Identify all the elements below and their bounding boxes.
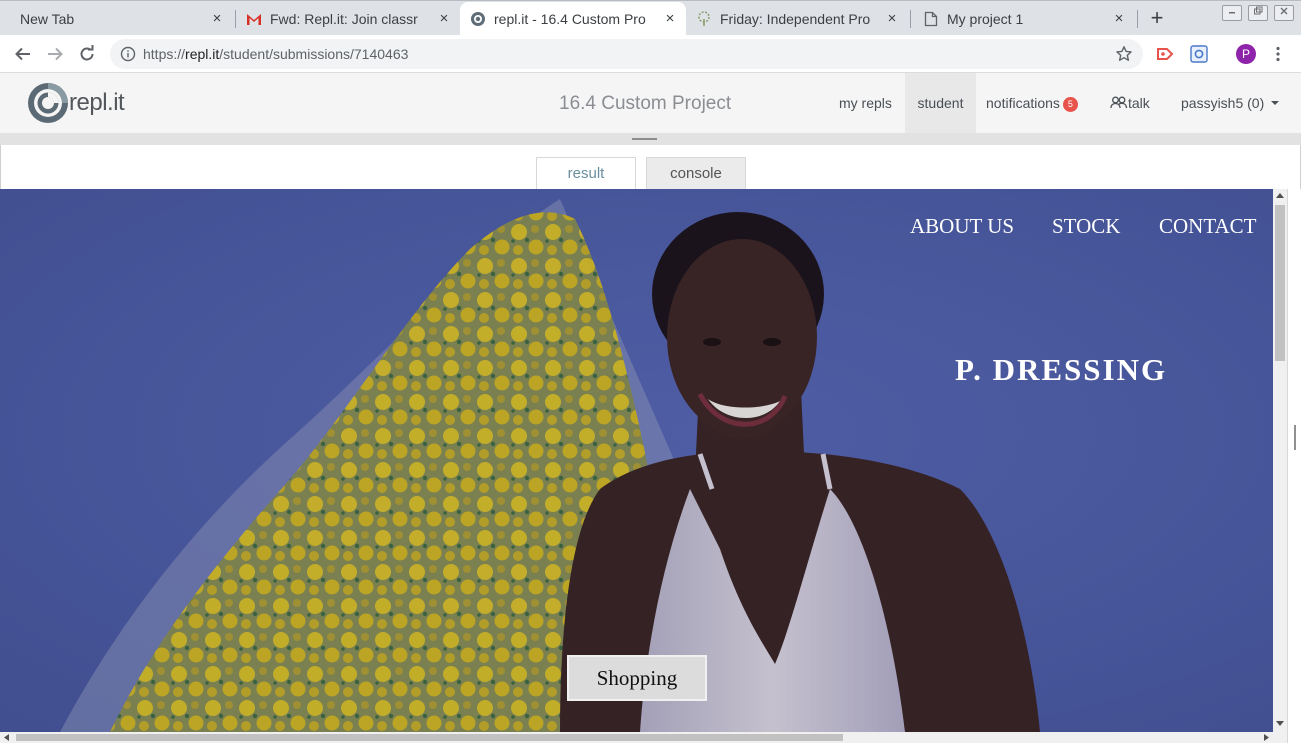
minimize-window-button[interactable]: [1222, 5, 1242, 21]
caret-down-icon: [1271, 101, 1280, 105]
site-nav-contact[interactable]: CONTACT: [1159, 214, 1256, 239]
scroll-up-icon[interactable]: [1276, 193, 1284, 199]
nav-my-repls[interactable]: my repls: [839, 73, 892, 133]
extension-cast-icon[interactable]: [1157, 47, 1175, 66]
browser-tab-replit[interactable]: repl.it - 16.4 Custom Pro ×: [460, 2, 686, 36]
new-tab-button[interactable]: +: [1146, 5, 1168, 31]
horizontal-scroll-thumb[interactable]: [16, 734, 843, 741]
replit-logo[interactable]: [27, 82, 69, 129]
editor-side-gutter: [1287, 189, 1301, 743]
tab-title: repl.it - 16.4 Custom Pro: [494, 11, 646, 27]
site-nav-stock[interactable]: STOCK: [1052, 214, 1120, 239]
scroll-left-icon[interactable]: [4, 734, 10, 741]
browser-tab-gmail[interactable]: Fwd: Repl.it: Join classr ×: [238, 2, 460, 36]
arrow-right-icon: [48, 47, 63, 61]
maximize-window-button[interactable]: [1248, 5, 1268, 21]
result-preview: ABOUT US STOCK CONTACT P. DRESSING Shopp…: [0, 189, 1273, 732]
close-icon[interactable]: ×: [884, 11, 900, 27]
project-title: 16.4 Custom Project: [559, 93, 732, 114]
user-menu-label: passyish5 (0): [1181, 95, 1265, 111]
url-path: /student/submissions/7140463: [219, 46, 409, 62]
nav-talk[interactable]: talk: [1110, 73, 1150, 133]
tree-icon: [696, 11, 712, 27]
tab-title: My project 1: [947, 11, 1024, 27]
url-text: https://repl.it/student/submissions/7140…: [143, 46, 408, 62]
address-bar[interactable]: https://repl.it/student/submissions/7140…: [110, 39, 1143, 69]
tab-result[interactable]: result: [536, 157, 636, 189]
nav-talk-label: talk: [1128, 95, 1150, 111]
browser-toolbar: https://repl.it/student/submissions/7140…: [0, 35, 1301, 73]
people-icon: [1110, 96, 1128, 109]
minimize-icon: [1229, 12, 1235, 14]
info-icon[interactable]: [120, 46, 136, 67]
vertical-scroll-thumb[interactable]: [1275, 205, 1285, 361]
reload-button[interactable]: [76, 43, 98, 65]
output-tabs-bar: result console: [0, 145, 1301, 189]
browser-tab-my-project[interactable]: My project 1 ×: [913, 2, 1135, 36]
reload-icon: [80, 45, 94, 61]
nav-notifications[interactable]: notifications 5: [986, 73, 1078, 133]
tab-title: Friday: Independent Pro: [720, 11, 871, 27]
forward-button[interactable]: [44, 43, 66, 65]
replit-logo-text[interactable]: repl.it: [69, 89, 125, 117]
replit-header: repl.it 16.4 Custom Project my repls stu…: [0, 73, 1301, 133]
tab-title: New Tab: [20, 11, 75, 27]
browser-tab-strip: New Tab × Fwd: Repl.it: Join classr × re…: [0, 0, 1301, 36]
panel-drag-handle[interactable]: [632, 138, 657, 140]
user-menu[interactable]: passyish5 (0): [1181, 73, 1280, 133]
browser-tab-friday[interactable]: Friday: Independent Pro ×: [686, 2, 908, 36]
preview-vertical-scrollbar[interactable]: [1273, 189, 1287, 732]
url-host: repl.it: [185, 46, 220, 62]
notification-count-badge: 5: [1062, 97, 1078, 112]
browser-tab-new-tab[interactable]: New Tab ×: [8, 2, 233, 36]
document-icon: [923, 11, 939, 27]
more-vert-icon[interactable]: [1270, 45, 1286, 68]
close-icon[interactable]: ×: [436, 11, 452, 27]
close-icon[interactable]: ×: [1111, 11, 1127, 27]
site-brand-heading: P. DRESSING: [955, 352, 1168, 387]
back-button[interactable]: [12, 43, 34, 65]
close-window-button[interactable]: [1274, 5, 1294, 21]
profile-avatar[interactable]: P: [1236, 44, 1256, 64]
hero-image: [0, 189, 1273, 732]
extension-screen-icon[interactable]: [1190, 45, 1208, 68]
site-nav-about-us[interactable]: ABOUT US: [910, 214, 1014, 239]
close-icon: [1280, 7, 1288, 15]
gmail-icon: [246, 11, 262, 27]
scroll-right-icon[interactable]: [1263, 734, 1269, 741]
restore-icon: [1254, 6, 1263, 15]
tab-divider: [235, 10, 236, 28]
nav-student[interactable]: student: [905, 73, 976, 133]
shopping-button[interactable]: Shopping: [567, 655, 707, 701]
tab-console[interactable]: console: [646, 157, 746, 189]
tab-title: Fwd: Repl.it: Join classr: [270, 11, 418, 27]
close-icon[interactable]: ×: [662, 11, 678, 27]
nav-notifications-label: notifications: [986, 95, 1060, 111]
close-icon[interactable]: ×: [209, 11, 225, 27]
arrow-left-icon: [15, 47, 30, 61]
bookmark-star-icon[interactable]: [1115, 45, 1133, 68]
tab-divider: [1137, 10, 1138, 28]
preview-horizontal-scrollbar[interactable]: [0, 732, 1287, 743]
tab-divider: [910, 10, 911, 28]
pane-resize-grip[interactable]: [1294, 425, 1296, 450]
replit-icon: [470, 11, 486, 27]
url-scheme: https://: [143, 46, 186, 62]
replit-logo-icon: [28, 83, 68, 123]
scroll-down-icon[interactable]: [1276, 720, 1284, 726]
